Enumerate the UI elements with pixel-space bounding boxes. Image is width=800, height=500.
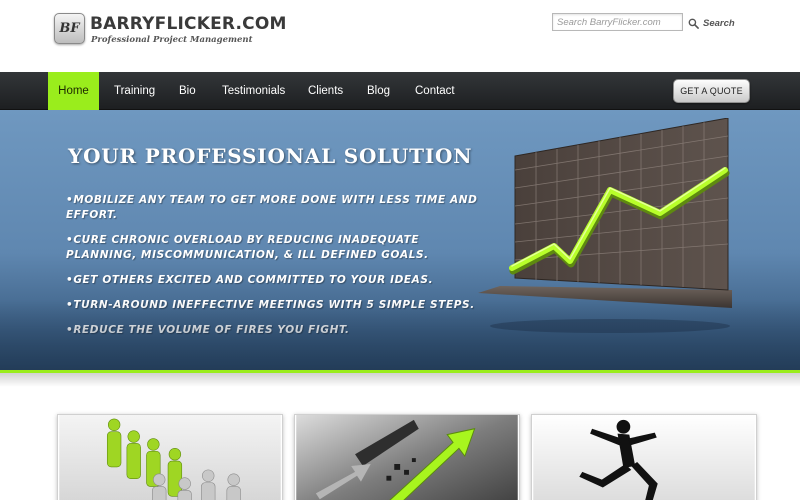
get-a-quote-button[interactable]: GET A QUOTE (673, 79, 750, 103)
hero-bullet: •GET OTHERS EXCITED AND COMMITTED TO YOU… (66, 274, 434, 286)
hero-bullet: •CURE CHRONIC OVERLOAD BY REDUCING INADE… (66, 234, 429, 261)
hero-bullet-list: •MOBILIZE ANY TEAM TO GET MORE DONE WITH… (66, 193, 486, 348)
site-header: BF BARRYFLICKER.COM Professional Project… (0, 0, 800, 72)
site-name[interactable]: BARRYFLICKER.COM (90, 14, 287, 34)
hero-title: YOUR PROFESSIONAL SOLUTION (68, 144, 473, 168)
growth-chart-illustration (478, 118, 732, 333)
hero-shadow (0, 373, 800, 387)
growth-arrow-image (296, 415, 518, 500)
hero-bullet: •TURN-AROUND INEFFECTIVE MEETINGS WITH 5… (66, 299, 475, 311)
team-figures-image (59, 415, 281, 500)
nav-item-training[interactable]: Training (114, 72, 155, 110)
nav-item-bio[interactable]: Bio (179, 72, 196, 110)
search-button[interactable]: Search (688, 15, 735, 31)
site-tagline: Professional Project Management (91, 35, 253, 45)
search-label: Search (703, 17, 735, 29)
nav-item-blog[interactable]: Blog (367, 72, 390, 110)
feature-card-leap[interactable] (531, 414, 757, 500)
feature-card-growth[interactable] (294, 414, 520, 500)
hero-bullet: •REDUCE THE VOLUME OF FIRES YOU FIGHT. (66, 324, 350, 336)
hero-bullet: •MOBILIZE ANY TEAM TO GET MORE DONE WITH… (66, 194, 478, 221)
nav-item-clients[interactable]: Clients (308, 72, 343, 110)
search-input[interactable] (552, 13, 683, 31)
magnifier-icon (688, 18, 699, 29)
feature-card-team[interactable] (57, 414, 283, 500)
nav-item-testimonials[interactable]: Testimonials (222, 72, 285, 110)
logo-badge[interactable]: BF (54, 13, 85, 44)
nav-item-home[interactable]: Home (48, 72, 99, 110)
jumping-figure-image (533, 415, 755, 500)
hero-banner: YOUR PROFESSIONAL SOLUTION •MOBILIZE ANY… (0, 110, 800, 370)
nav-item-contact[interactable]: Contact (415, 72, 455, 110)
